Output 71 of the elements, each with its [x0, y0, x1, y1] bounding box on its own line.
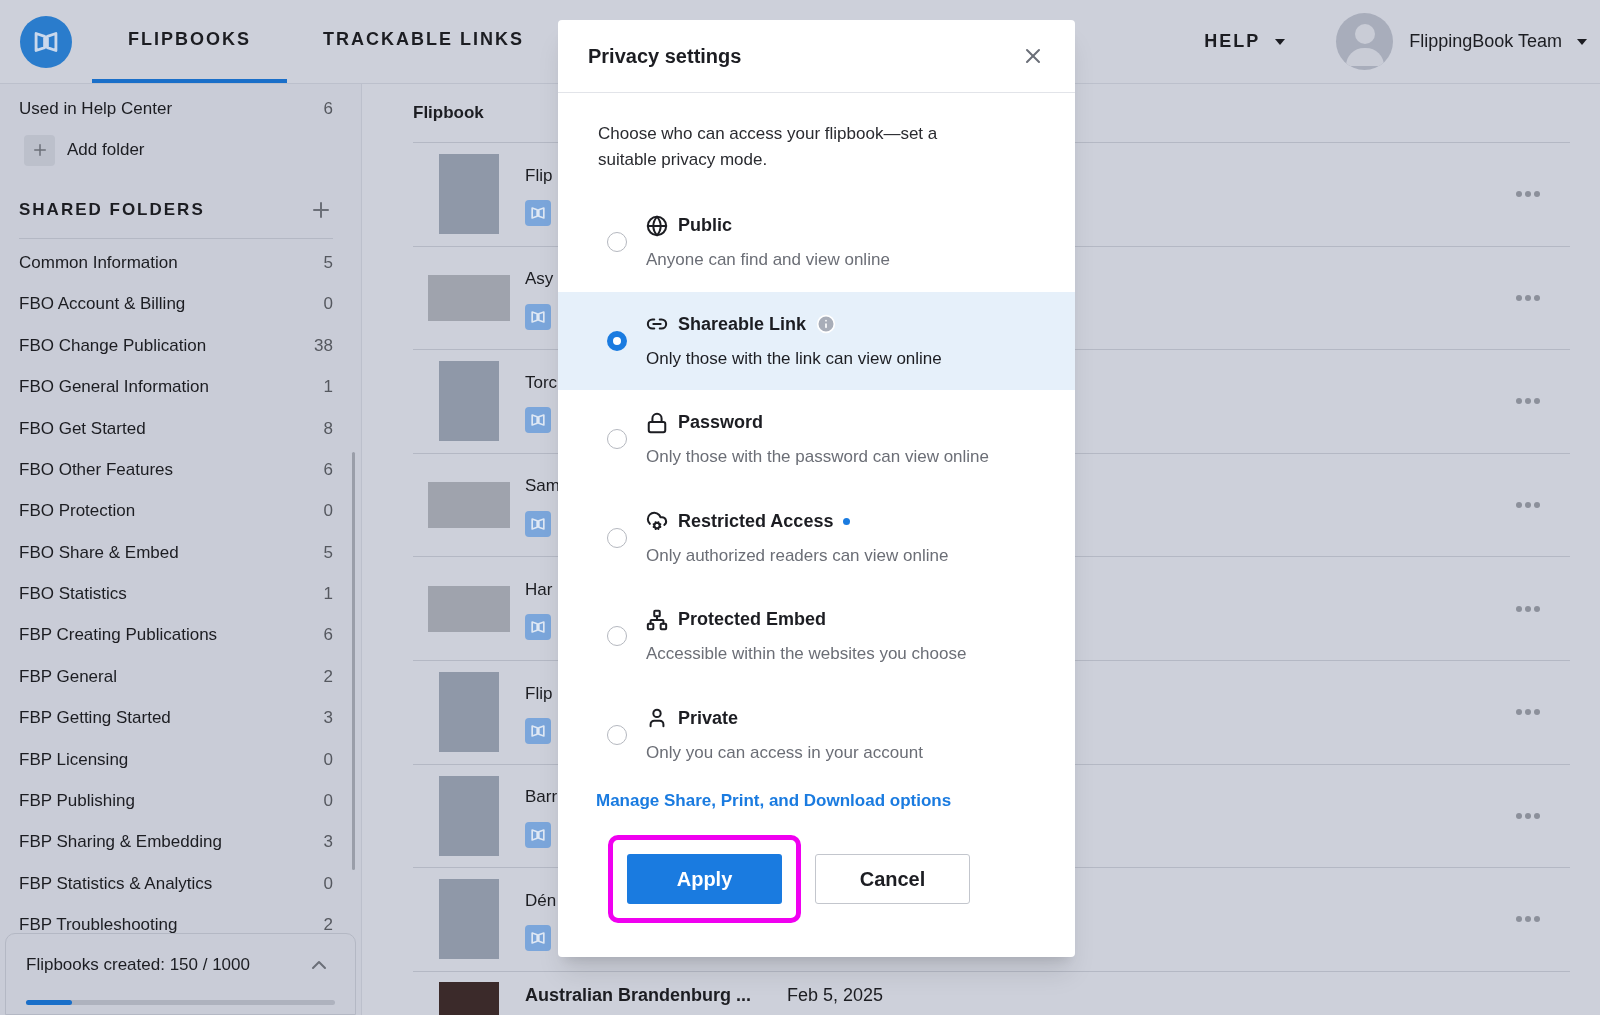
- option-hint: Only authorized readers can view online: [646, 544, 949, 567]
- dialog-description: Choose who can access your flipbook—set a suitable privacy mode.: [597, 123, 939, 171]
- more-icon[interactable]: [1516, 398, 1540, 405]
- privacy-option[interactable]: Shareable Link Only those with the link can view online: [558, 291, 1075, 390]
- app-logo[interactable]: [20, 15, 72, 68]
- network-icon: [646, 608, 668, 631]
- folder-item[interactable]: Used in Help Center 6: [19, 89, 333, 129]
- thumbnail-placeholder: [439, 981, 499, 1015]
- more-icon[interactable]: [1516, 605, 1540, 612]
- caret-icon: [1576, 37, 1588, 46]
- folder-item[interactable]: Common Information 5: [19, 242, 333, 284]
- more-icon[interactable]: [1516, 709, 1540, 716]
- folder-item[interactable]: FBP Licensing 0: [19, 738, 333, 781]
- cancel-button[interactable]: Cancel: [815, 853, 970, 904]
- folder-item[interactable]: FBO Get Started 8: [19, 407, 333, 449]
- radio-button[interactable]: [607, 330, 627, 351]
- more-icon[interactable]: [1516, 294, 1540, 301]
- flipbook-title[interactable]: Australian Brandenburg ...: [525, 981, 787, 1009]
- privacy-option[interactable]: Protected Embed Accessible within the websites you choose: [558, 587, 1075, 686]
- privacy-option[interactable]: Public Anyone can find and view online: [558, 193, 1075, 292]
- user-menu[interactable]: FlippingBook Team: [1409, 28, 1588, 55]
- folder-item[interactable]: FBO Share & Embed 5: [19, 531, 333, 574]
- date-text: Feb 5, 2025: [787, 983, 884, 1007]
- manage-options-link[interactable]: Manage Share, Print, and Download options: [596, 788, 1075, 814]
- info-icon[interactable]: [816, 314, 837, 334]
- option-hint: Only those with the password can view online: [646, 446, 989, 468]
- add-folder-button[interactable]: Add folder: [24, 129, 145, 171]
- scrollbar[interactable]: [352, 452, 355, 870]
- folder-item[interactable]: FBP Statistics & Analytics 0: [19, 862, 333, 905]
- option-label: Public: [678, 214, 732, 237]
- section-heading: SHARED FOLDERS: [19, 198, 205, 221]
- option-hint: Accessible within the websites you choose: [646, 643, 967, 665]
- folder-item[interactable]: FBO Other Features 6: [19, 448, 333, 491]
- option-hint: Only you can access in your account: [646, 741, 923, 764]
- quota-text: Flipbooks created: 150 / 1000: [26, 954, 250, 976]
- help-menu[interactable]: HELP: [1204, 28, 1287, 55]
- folder-item[interactable]: FBP Creating Publications 6: [19, 614, 333, 656]
- lock-icon: [646, 411, 668, 434]
- folder-item[interactable]: FBP Getting Started 3: [19, 697, 333, 739]
- option-label: Restricted Access: [678, 509, 834, 533]
- folder-item[interactable]: FBO Account & Billing 0: [19, 283, 333, 325]
- apply-button[interactable]: Apply: [627, 853, 782, 904]
- folder-item[interactable]: FBO Statistics 1: [19, 573, 333, 615]
- folder-item[interactable]: FBP General 2: [19, 655, 333, 698]
- privacy-option[interactable]: Private Only you can access in your account: [558, 685, 1075, 784]
- folder-item[interactable]: FBO Protection 0: [19, 490, 333, 532]
- folder-item[interactable]: FBO Change Publication 38: [19, 324, 333, 367]
- option-hint: Only those with the link can view online: [646, 347, 942, 370]
- caret-icon: [1274, 37, 1287, 46]
- avatar-icon: [1336, 13, 1394, 70]
- folder-item[interactable]: FBP Publishing 0: [19, 780, 333, 822]
- more-icon[interactable]: [1516, 916, 1540, 923]
- privacy-option[interactable]: Restricted Access Only authorized readers can view online: [558, 488, 1075, 587]
- option-hint: Anyone can find and view online: [646, 249, 890, 271]
- folder-item[interactable]: FBP Sharing & Embedding 3: [19, 821, 333, 863]
- nav-tab[interactable]: TRACKABLE LINKS: [287, 0, 560, 83]
- more-icon[interactable]: [1516, 191, 1540, 198]
- dialog-title: Privacy settings: [588, 44, 742, 69]
- folder-item[interactable]: FBP Troubleshooting 2: [19, 904, 333, 933]
- more-icon[interactable]: [1516, 812, 1540, 819]
- privacy-option[interactable]: Password Only those with the password can view online: [558, 390, 1075, 489]
- more-icon[interactable]: [1516, 502, 1540, 509]
- cloud-icon: [646, 510, 668, 532]
- globe-icon: [646, 214, 668, 237]
- folder-item[interactable]: FBO General Information 1: [19, 366, 333, 408]
- option-label: Protected Embed: [678, 608, 827, 631]
- option-label: Password: [678, 411, 764, 434]
- option-label: Private: [678, 706, 739, 730]
- column-header: Flipbook: [413, 102, 484, 125]
- option-label: Shareable Link: [678, 312, 807, 336]
- plus-icon: [24, 134, 55, 166]
